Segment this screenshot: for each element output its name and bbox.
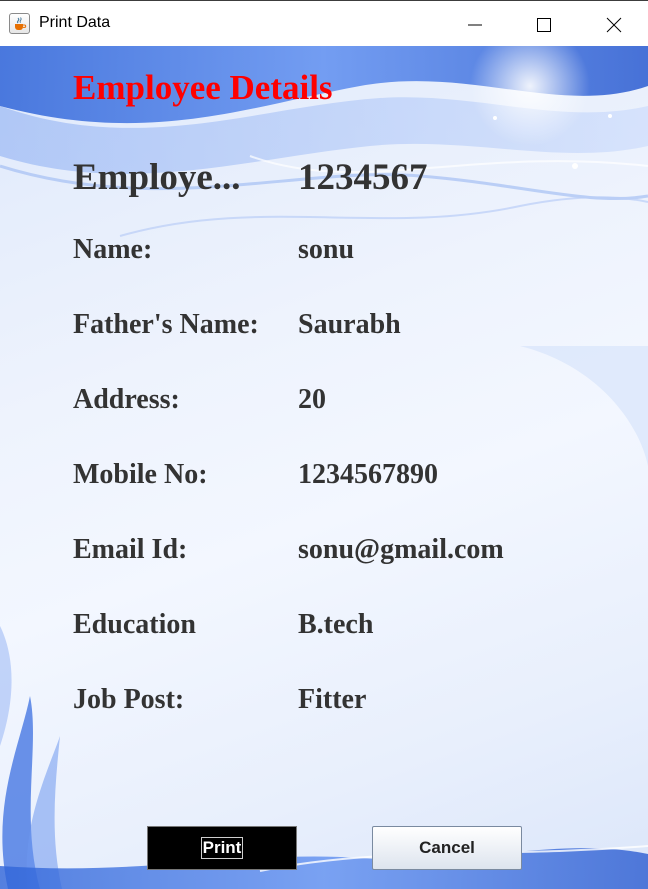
father-name-value: Saurabh bbox=[298, 309, 401, 340]
email-label: Email Id: bbox=[73, 534, 188, 565]
job-post-value: Fitter bbox=[298, 684, 367, 715]
education-label: Education bbox=[73, 609, 196, 640]
name-value: sonu bbox=[298, 234, 355, 265]
close-icon bbox=[606, 17, 622, 33]
content-panel: Employee Details Employe... 1234567 Name… bbox=[0, 46, 648, 889]
mobile-value: 1234567890 bbox=[298, 459, 438, 490]
email-value: sonu@gmail.com bbox=[298, 534, 504, 565]
java-cup-icon bbox=[9, 13, 30, 34]
employee-id-label: Employe... bbox=[73, 157, 241, 198]
print-button[interactable]: Print bbox=[147, 826, 297, 870]
close-button[interactable] bbox=[591, 1, 637, 47]
maximize-button[interactable] bbox=[521, 1, 567, 47]
address-value: 20 bbox=[298, 384, 326, 415]
father-name-label: Father's Name: bbox=[73, 309, 259, 340]
window-title: Print Data bbox=[39, 14, 111, 31]
job-post-label: Job Post: bbox=[73, 684, 185, 715]
employee-id-value: 1234567 bbox=[298, 157, 428, 198]
page-heading: Employee Details bbox=[73, 68, 333, 107]
address-label: Address: bbox=[73, 384, 180, 415]
cancel-button[interactable]: Cancel bbox=[372, 826, 522, 870]
name-label: Name: bbox=[73, 234, 153, 265]
education-value: B.tech bbox=[298, 609, 374, 640]
minimize-button[interactable] bbox=[452, 1, 498, 47]
print-button-label: Print bbox=[200, 837, 244, 859]
maximize-icon bbox=[537, 18, 551, 32]
mobile-label: Mobile No: bbox=[73, 459, 208, 490]
title-bar: Print Data bbox=[0, 0, 648, 46]
minimize-icon bbox=[468, 24, 482, 26]
